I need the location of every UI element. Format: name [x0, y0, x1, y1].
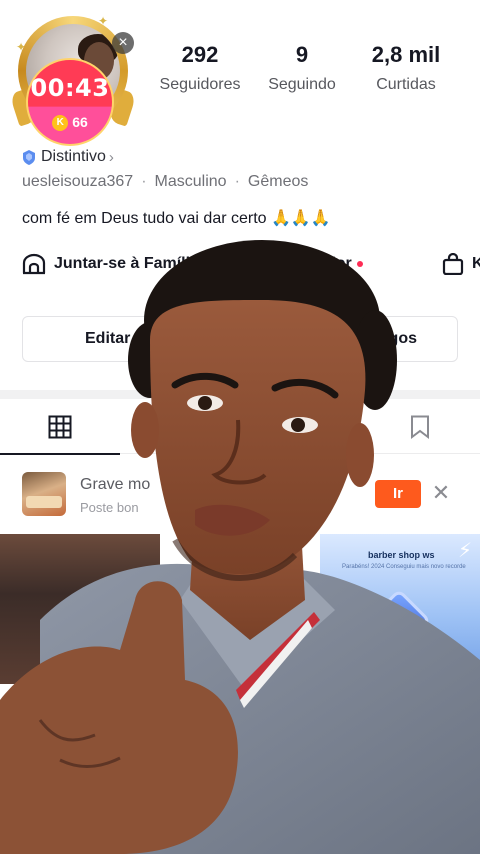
- profile-stats: 292 Seguidores 9 Seguindo 2,8 mil Curtid…: [150, 42, 470, 102]
- grid-icon: [48, 415, 72, 439]
- badge-link[interactable]: Distintivo ›: [22, 148, 114, 166]
- chevron-right-icon: ›: [108, 148, 114, 166]
- lightning-icon: ⚡: [457, 540, 472, 562]
- content-tabs: [0, 400, 480, 455]
- promo-subtitle: Poste bon: [80, 500, 139, 515]
- coin-count-row: K 66: [28, 114, 112, 132]
- likes-label: Curtidas: [376, 76, 436, 93]
- tab-videos[interactable]: [0, 400, 120, 455]
- add-friends-button[interactable]: igos: [384, 330, 417, 348]
- tab-private[interactable]: [120, 400, 240, 454]
- zodiac-sign: Gêmeos: [247, 173, 309, 190]
- shop-label: K: [472, 255, 480, 272]
- bookmark-icon: [411, 415, 429, 439]
- likes-count: 2,8 mil: [371, 42, 441, 67]
- join-family-label: Juntar-se à Família: [54, 255, 199, 272]
- creator-portal-link[interactable]: l do Criador: [232, 253, 363, 275]
- close-icon[interactable]: ×: [112, 32, 134, 54]
- lock-icon: [171, 416, 189, 438]
- coin-icon: K: [52, 115, 69, 132]
- bio-text: com fé em Deus tudo vai dar certo: [22, 210, 271, 227]
- tab-liked[interactable]: [240, 400, 360, 454]
- live-timer: 00:43: [30, 74, 110, 102]
- profile-action-buttons: Editar pe igos: [22, 316, 458, 362]
- thumbnail-subtitle: Parabéns! 2024 Conseguiu mais novo recor…: [342, 564, 466, 570]
- creator-portal-icon: [232, 253, 254, 275]
- stat-likes[interactable]: 2,8 mil Curtidas: [360, 42, 452, 94]
- creator-portal-label: l do Criador: [262, 255, 352, 272]
- promo-title: Grave mo: [80, 476, 151, 493]
- heart-icon: [289, 417, 311, 437]
- join-family-link[interactable]: Juntar-se à Família: [22, 253, 199, 275]
- badge-gem-icon: [366, 588, 432, 654]
- notification-dot: [356, 261, 363, 267]
- shopping-bag-icon: [442, 253, 464, 275]
- coin-count: 66: [72, 114, 88, 130]
- stat-following[interactable]: 9 Seguindo: [262, 42, 342, 94]
- bio-emoji: 🙏🙏🙏: [271, 210, 331, 227]
- profile-bio: com fé em Deus tudo vai dar certo 🙏🙏🙏: [22, 208, 331, 228]
- followers-count: 292: [181, 42, 219, 67]
- profile-meta: uesleisouza367 · Masculino · Gêmeos: [22, 173, 308, 191]
- video-thumbnail[interactable]: ⚡ barber shop ws Parabéns! 2024 Consegui…: [320, 534, 480, 684]
- profile-links: Juntar-se à Família l do Criador K: [22, 253, 480, 279]
- thumbnail-title: barber shop ws: [368, 550, 435, 560]
- promo-banner[interactable]: Grave mo Poste bon Ir ✕: [0, 462, 480, 528]
- separator-dot: ·: [141, 173, 147, 190]
- close-icon[interactable]: ✕: [430, 480, 452, 506]
- promo-go-button[interactable]: Ir: [375, 480, 421, 508]
- profile-avatar-area[interactable]: ✦ ✦ × 00:43 K 66: [9, 12, 137, 148]
- gender: Masculino: [154, 173, 227, 190]
- tab-saved[interactable]: [360, 400, 480, 454]
- following-label: Seguindo: [268, 76, 336, 93]
- section-divider: [0, 390, 480, 399]
- shield-icon: [23, 149, 35, 165]
- shop-link[interactable]: K: [442, 253, 480, 275]
- following-count: 9: [295, 42, 309, 67]
- stat-followers[interactable]: 292 Seguidores: [150, 42, 250, 94]
- followers-label: Seguidores: [159, 76, 241, 93]
- active-tab-indicator: [0, 453, 120, 455]
- promo-thumbnail: [22, 472, 66, 516]
- video-thumbnail[interactable]: [0, 534, 160, 684]
- family-house-icon: [22, 253, 46, 275]
- badge-label: Distintivo: [41, 148, 106, 165]
- edit-profile-button[interactable]: Editar pe: [85, 330, 153, 348]
- username: uesleisouza367: [22, 173, 134, 190]
- separator-dot: ·: [234, 173, 240, 190]
- live-timer-badge[interactable]: 00:43 K 66: [26, 58, 114, 146]
